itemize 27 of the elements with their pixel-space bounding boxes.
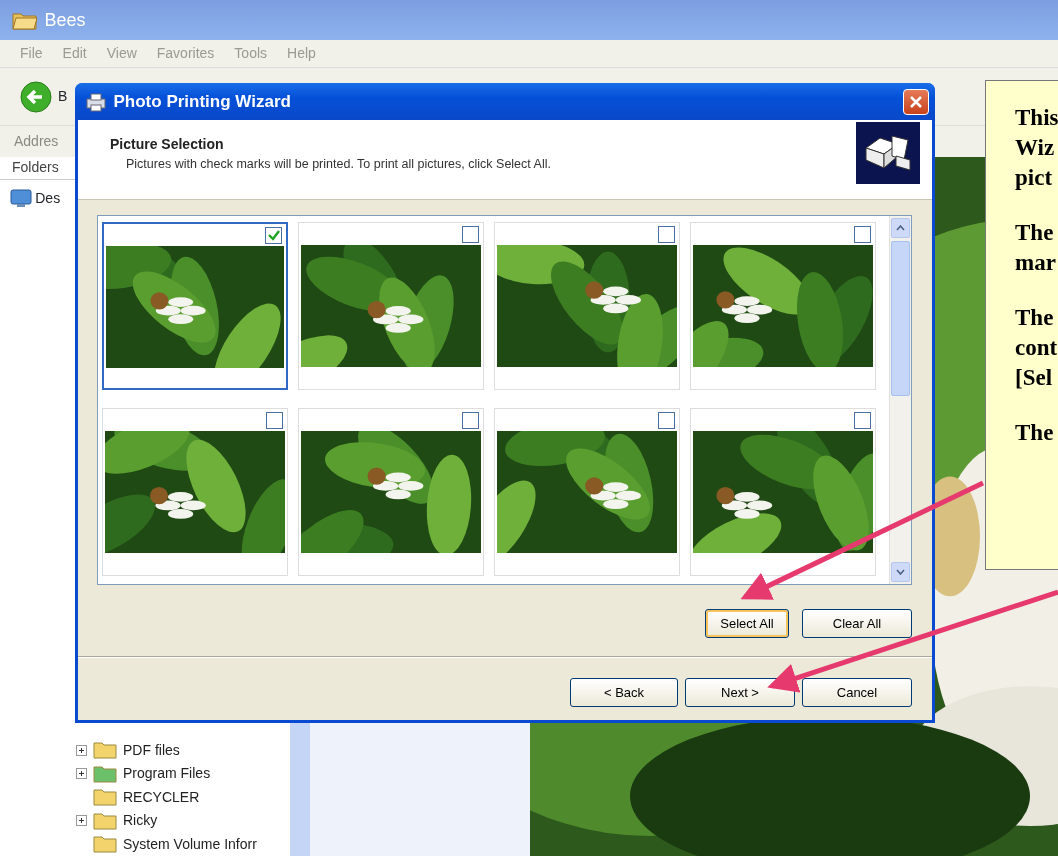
checkbox[interactable] [462,411,479,429]
tree-item[interactable]: System Volume Inforr [123,833,257,855]
thumbnail[interactable] [102,222,288,390]
window-title: Bees [44,8,86,32]
back-icon[interactable] [20,80,52,113]
section-heading: Picture Selection [110,135,225,154]
address-label: Addres [14,132,59,151]
instruction-text: Pictures with check marks will be printed. To print all pictures, click Select All. [125,156,552,173]
close-button[interactable] [903,88,929,115]
checkbox[interactable] [266,411,283,429]
dialog-title: Photo Printing Wizard [113,90,292,113]
checkbox[interactable] [462,225,479,243]
pane-title: Folders [12,158,59,178]
tree-item[interactable]: RECYCLER [123,786,200,808]
back-label[interactable]: B [58,86,68,107]
folder-icon [12,10,38,30]
tree-item[interactable]: PDF files [123,739,180,761]
checkbox[interactable] [265,226,282,244]
tree-item[interactable]: Program Files [123,763,211,785]
expand-icon[interactable] [76,768,87,780]
expand-icon[interactable] [76,744,87,756]
printer-icon [85,91,107,112]
desktop-icon [10,188,32,208]
close-icon [909,94,923,109]
tree-item[interactable]: Ricky [123,810,158,832]
tree-item[interactable]: Des [35,187,61,209]
expand-icon[interactable] [76,815,87,827]
